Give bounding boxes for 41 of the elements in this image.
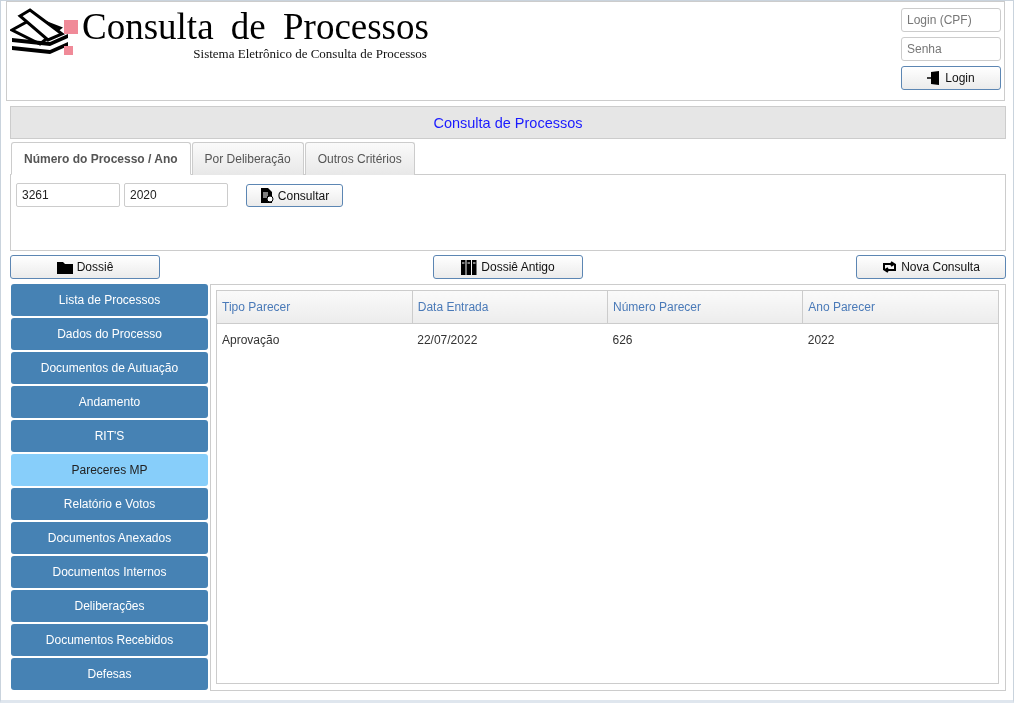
site-title: Consulta de Processos <box>82 8 429 46</box>
sidebar-item[interactable]: Defesas <box>11 658 208 690</box>
tab[interactable]: Número do Processo / Ano <box>11 142 191 175</box>
process-number-field[interactable]: 3261 <box>16 183 120 207</box>
search-button[interactable]: Consultar <box>246 184 343 207</box>
sidebar-item[interactable]: Documentos de Autuação <box>11 352 208 384</box>
new-search-button[interactable]: Nova Consulta <box>856 255 1006 279</box>
sidebar-item[interactable]: Relatório e Votos <box>11 488 208 520</box>
sidebar-item[interactable]: Documentos Internos <box>11 556 208 588</box>
table-cell: 626 <box>607 323 803 356</box>
column-header: Ano Parecer <box>802 291 998 324</box>
tab[interactable]: Por Deliberação <box>191 142 304 175</box>
site-subtitle: Sistema Eletrônico de Consulta de Processos <box>193 46 427 62</box>
column-header: Tipo Parecer <box>217 291 413 324</box>
binders-icon <box>461 259 478 275</box>
page-title: Consulta de Processos <box>10 106 1006 139</box>
door-icon <box>927 71 942 85</box>
table-cell: Aprovação <box>217 323 413 356</box>
folder-icon <box>56 260 73 274</box>
sidebar-item[interactable]: RIT'S <box>11 420 208 452</box>
login-button[interactable]: Login <box>901 66 1001 90</box>
papers-logo-icon <box>10 8 80 58</box>
document-search-icon <box>259 188 274 203</box>
login-field[interactable]: Login (CPF) <box>901 8 1001 32</box>
sidebar-item[interactable]: Andamento <box>11 386 208 418</box>
repeat-icon <box>882 261 898 273</box>
sidebar-item[interactable]: Deliberações <box>11 590 208 622</box>
sidebar-item[interactable]: Dados do Processo <box>11 318 208 350</box>
password-field[interactable]: Senha <box>901 37 1001 61</box>
sidebar-item[interactable]: Documentos Anexados <box>11 522 208 554</box>
table-cell: 2022 <box>802 323 998 356</box>
year-field[interactable]: 2020 <box>124 183 228 207</box>
sidebar-item[interactable]: Lista de Processos <box>11 284 208 316</box>
column-header: Número Parecer <box>607 291 803 324</box>
dossier-button[interactable]: Dossiê <box>10 255 160 279</box>
column-header: Data Entrada <box>412 291 608 324</box>
table-cell: 22/07/2022 <box>412 323 608 356</box>
old-dossier-button[interactable]: Dossiê Antigo <box>433 255 583 279</box>
sidebar-item[interactable]: Pareceres MP <box>11 454 208 486</box>
sidebar-item[interactable]: Documentos Recebidos <box>11 624 208 656</box>
tab[interactable]: Outros Critérios <box>304 142 415 175</box>
